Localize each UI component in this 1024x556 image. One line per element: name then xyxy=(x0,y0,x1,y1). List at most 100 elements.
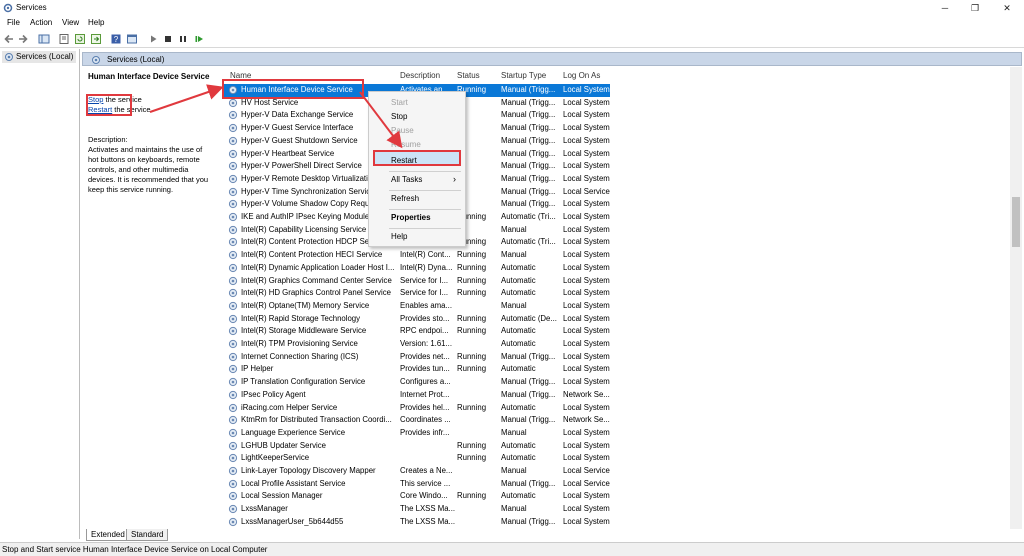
service-logon-cell: Local System xyxy=(563,440,610,450)
service-name-cell: iRacing.com Helper Service xyxy=(241,402,338,412)
console-tree-icon[interactable] xyxy=(38,33,50,45)
table-row[interactable]: Intel(R) Rapid Storage Technology Provide… xyxy=(224,313,1010,326)
column-header-log-on-as[interactable]: Log On As xyxy=(563,71,600,80)
table-row[interactable]: IPsec Policy Agent Internet Prot... Manual… xyxy=(224,389,1010,402)
description-pane: Human Interface Device Service Stop the … xyxy=(82,67,222,527)
table-row[interactable]: Intel(R) Graphics Command Center Service… xyxy=(224,275,1010,288)
context-menu-restart[interactable]: Restart xyxy=(391,156,417,165)
table-row[interactable]: Hyper-V Remote Desktop Virtualizati... Ma… xyxy=(224,173,1010,186)
gear-icon xyxy=(228,517,238,526)
mmc-icon[interactable] xyxy=(126,33,138,45)
main-pane-header: Services (Local) xyxy=(82,52,1022,66)
gear-icon xyxy=(228,187,238,196)
service-name-cell: Intel(R) Storage Middleware Service xyxy=(241,326,367,336)
menu-help[interactable]: Help xyxy=(88,18,104,27)
gear-icon xyxy=(228,149,238,158)
tab-standard[interactable]: Standard xyxy=(126,529,169,541)
table-row[interactable]: Hyper-V Guest Shutdown Service Manual (Tr… xyxy=(224,135,1010,148)
minimize-button[interactable]: ─ xyxy=(930,0,960,16)
pause-icon[interactable] xyxy=(177,33,189,45)
description-label: Description: xyxy=(88,135,128,144)
export-icon[interactable] xyxy=(90,33,102,45)
gear-icon xyxy=(228,365,238,374)
column-header-startup-type[interactable]: Startup Type xyxy=(501,71,546,80)
service-startup-cell: Manual (Trigg... xyxy=(501,148,556,158)
table-row[interactable]: LxssManager The LXSS Ma... Manual Local Sys… xyxy=(224,503,1010,516)
table-row[interactable]: iRacing.com Helper Service Provides hel..… xyxy=(224,402,1010,415)
table-row[interactable]: Language Experience Service Provides infr… xyxy=(224,427,1010,440)
context-menu-start[interactable]: Start xyxy=(391,98,408,107)
service-logon-cell: Local System xyxy=(563,275,610,285)
table-row[interactable]: LxssManagerUser_5b644d55 The LXSS Ma... Ma… xyxy=(224,516,1010,529)
play-icon[interactable] xyxy=(147,33,159,45)
table-row[interactable]: IP Translation Configuration Service Conf… xyxy=(224,376,1010,389)
title-bar: Services ─ ❐ ✕ xyxy=(0,0,1024,16)
table-row[interactable]: Local Profile Assistant Service This serv… xyxy=(224,478,1010,491)
service-description-cell: Service for I... xyxy=(400,288,449,298)
table-row[interactable]: Hyper-V PowerShell Direct Service Manual … xyxy=(224,160,1010,173)
service-startup-cell: Manual (Trigg... xyxy=(501,415,556,425)
table-row[interactable]: KtmRm for Distributed Transaction Coordi… xyxy=(224,414,1010,427)
table-row[interactable]: Local Session Manager Core Windo... Runnin… xyxy=(224,490,1010,503)
service-description-cell: Provides infr... xyxy=(400,427,450,437)
column-header-status[interactable]: Status xyxy=(457,71,480,80)
stop-icon[interactable] xyxy=(162,33,174,45)
service-startup-cell: Automatic xyxy=(501,288,536,298)
context-menu-refresh[interactable]: Refresh xyxy=(391,194,419,203)
table-row[interactable]: Link-Layer Topology Discovery Mapper Crea… xyxy=(224,465,1010,478)
properties-icon[interactable] xyxy=(58,33,70,45)
table-row[interactable]: Intel(R) HD Graphics Control Panel Servi… xyxy=(224,287,1010,300)
context-menu-properties[interactable]: Properties xyxy=(391,213,431,222)
context-menu-resume[interactable]: Resume xyxy=(391,140,421,149)
restart-icon[interactable] xyxy=(193,33,205,45)
service-status-cell: Running xyxy=(457,288,487,298)
table-row[interactable]: Intel(R) Content Protection HDCP Serv...… xyxy=(224,236,1010,249)
table-row[interactable]: LightKeeperService Running Automatic Local … xyxy=(224,452,1010,465)
table-row[interactable]: Hyper-V Heartbeat Service Manual (Trigg..… xyxy=(224,148,1010,161)
service-logon-cell: Local System xyxy=(563,262,610,272)
refresh-icon[interactable] xyxy=(74,33,86,45)
table-row[interactable]: Internet Connection Sharing (ICS) Provide… xyxy=(224,351,1010,364)
vertical-scrollbar[interactable] xyxy=(1010,67,1022,529)
table-row[interactable]: IKE and AuthIP IPsec Keying Modules Runni… xyxy=(224,211,1010,224)
table-row[interactable]: Hyper-V Guest Service Interface Manual (T… xyxy=(224,122,1010,135)
maximize-button[interactable]: ❐ xyxy=(960,0,990,16)
tree-item-services-local[interactable]: Services (Local) xyxy=(2,51,76,63)
service-logon-cell: Network Se... xyxy=(563,415,610,425)
table-row[interactable]: Intel(R) Content Protection HECI Service… xyxy=(224,249,1010,262)
menu-file[interactable]: File xyxy=(7,18,20,27)
context-menu-stop[interactable]: Stop xyxy=(391,112,407,121)
service-startup-cell: Manual (Trigg... xyxy=(501,173,556,183)
table-row[interactable]: Intel(R) TPM Provisioning Service Version… xyxy=(224,338,1010,351)
gear-icon xyxy=(228,314,238,323)
service-name-cell: IPsec Policy Agent xyxy=(241,389,306,399)
context-menu-help[interactable]: Help xyxy=(391,232,407,241)
table-row[interactable]: Intel(R) Optane(TM) Memory Service Enable… xyxy=(224,300,1010,313)
help-icon[interactable]: ? xyxy=(110,33,122,45)
scrollbar-thumb[interactable] xyxy=(1012,197,1020,247)
service-startup-cell: Manual (Trigg... xyxy=(501,351,556,361)
context-menu-all-tasks[interactable]: All Tasks xyxy=(391,175,422,184)
close-button[interactable]: ✕ xyxy=(992,0,1022,16)
table-row[interactable]: Intel(R) Capability Licensing Service T.… xyxy=(224,224,1010,237)
gear-icon xyxy=(228,454,238,463)
context-menu-pause[interactable]: Pause xyxy=(391,126,414,135)
column-header-description[interactable]: Description xyxy=(400,71,440,80)
table-row[interactable]: Hyper-V Time Synchronization Servic... Ma… xyxy=(224,186,1010,199)
table-row[interactable]: Intel(R) Dynamic Application Loader Host… xyxy=(224,262,1010,275)
service-logon-cell: Local System xyxy=(563,516,610,526)
table-row[interactable]: IP Helper Provides tun... Running Automatic… xyxy=(224,363,1010,376)
service-description-cell: Internet Prot... xyxy=(400,389,450,399)
back-icon[interactable] xyxy=(3,33,15,45)
description-text-line: controls, and other multimedia xyxy=(88,165,189,174)
menu-view[interactable]: View xyxy=(62,18,79,27)
gear-icon xyxy=(228,98,238,107)
table-row[interactable]: LGHUB Updater Service Running Automatic Loc… xyxy=(224,440,1010,453)
forward-icon[interactable] xyxy=(17,33,29,45)
table-row[interactable]: Intel(R) Storage Middleware Service RPC e… xyxy=(224,325,1010,338)
table-row[interactable]: Hyper-V Volume Shadow Copy Reque... Manua… xyxy=(224,198,1010,211)
menu-action[interactable]: Action xyxy=(30,18,52,27)
tab-extended[interactable]: Extended xyxy=(86,529,130,541)
table-row[interactable]: Hyper-V Data Exchange Service Manual (Tri… xyxy=(224,109,1010,122)
service-name-cell: LightKeeperService xyxy=(241,453,310,463)
